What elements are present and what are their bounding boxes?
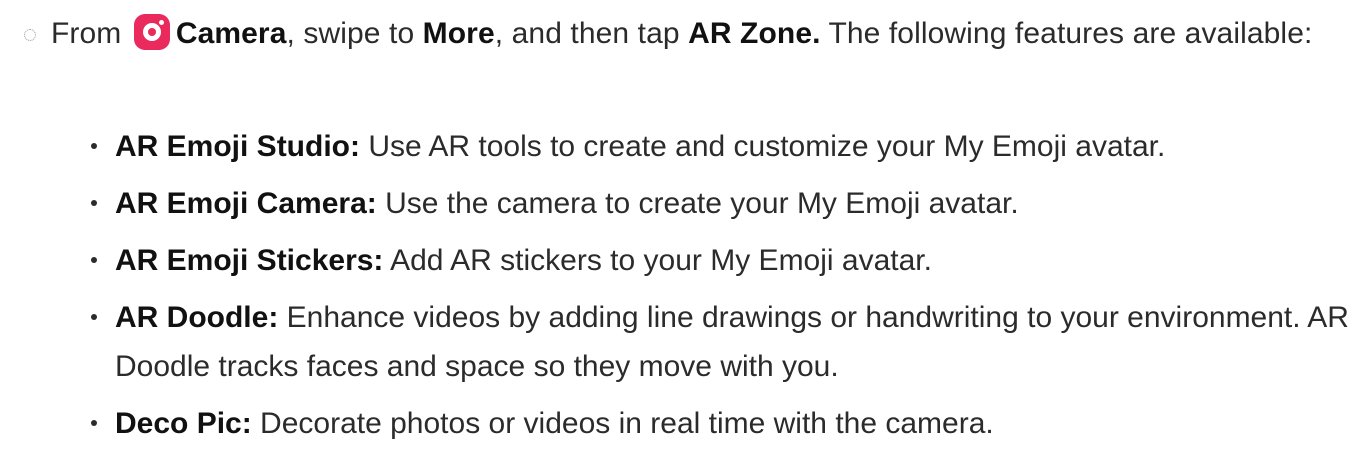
list-item: AR Doodle: Enhance videos by adding line… bbox=[0, 293, 1355, 391]
bullet-dot-icon bbox=[91, 257, 97, 263]
step-text-mid2: , and then tap bbox=[494, 17, 689, 50]
feature-term: AR Emoji Stickers: bbox=[115, 244, 384, 277]
list-item: AR Emoji Stickers: Add AR stickers to yo… bbox=[0, 236, 1355, 285]
step-text-pre: From bbox=[51, 17, 130, 50]
feature-description: Enhance videos by adding line drawings o… bbox=[115, 301, 1349, 383]
list-item: AR Emoji Studio: Use AR tools to create … bbox=[0, 122, 1355, 171]
camera-app-name: Camera bbox=[175, 17, 287, 50]
bullet-dot-icon bbox=[91, 143, 97, 149]
camera-app-icon bbox=[133, 14, 170, 50]
step-text: From Camera, swipe to More, and then tap… bbox=[51, 10, 1351, 58]
bullet-dot-icon bbox=[91, 200, 97, 206]
feature-description: Use AR tools to create and customize you… bbox=[359, 130, 1166, 163]
bullet-dot-icon bbox=[91, 314, 97, 320]
step-text-post: The following features are available: bbox=[820, 17, 1313, 50]
feature-term: AR Doodle: bbox=[115, 301, 279, 334]
ar-zone-label: AR Zone. bbox=[688, 17, 821, 50]
feature-description: Add AR stickers to your My Emoji avatar. bbox=[383, 244, 932, 277]
list-item: Deco Pic: Decorate photos or videos in r… bbox=[0, 399, 1355, 448]
feature-term: AR Emoji Camera: bbox=[115, 187, 377, 220]
document-page: From Camera, swipe to More, and then tap… bbox=[0, 0, 1369, 462]
feature-description: Use the camera to create your My Emoji a… bbox=[376, 187, 1019, 220]
step-bullet-icon bbox=[24, 29, 36, 41]
feature-term: AR Emoji Studio: bbox=[115, 130, 360, 163]
bullet-dot-icon bbox=[91, 420, 97, 426]
feature-description: Decorate photos or videos in real time w… bbox=[251, 407, 994, 440]
more-label: More bbox=[422, 17, 495, 50]
list-item: AR Emoji Camera: Use the camera to creat… bbox=[0, 179, 1355, 228]
feature-term: Deco Pic: bbox=[115, 407, 252, 440]
feature-list: AR Emoji Studio: Use AR tools to create … bbox=[0, 122, 1369, 456]
step-text-mid1: , swipe to bbox=[286, 17, 423, 50]
